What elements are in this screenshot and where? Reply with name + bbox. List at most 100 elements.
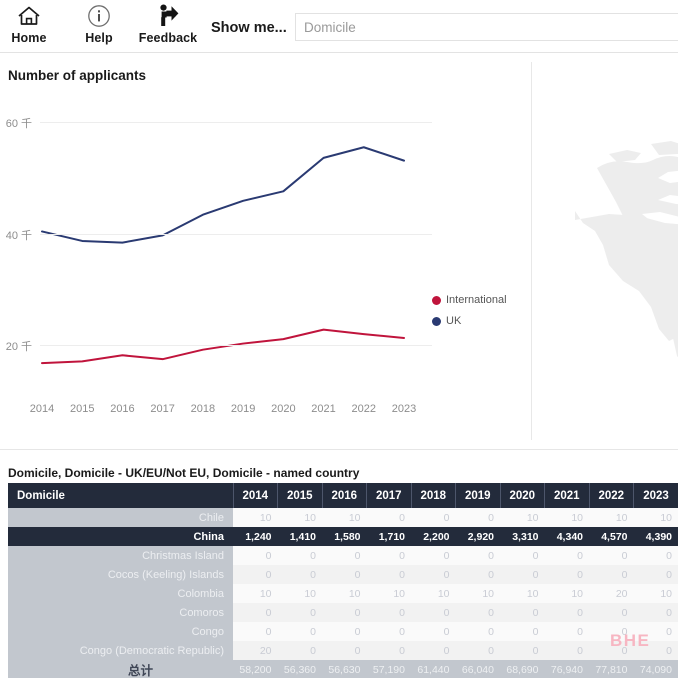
home-button[interactable]: Home — [0, 2, 58, 50]
x-axis-tick-label: 2023 — [392, 403, 416, 415]
applicants-line-chart: 20 千40 千60 千2014201520162017201820192020… — [40, 111, 432, 401]
legend-item-uk[interactable]: UK — [432, 315, 507, 327]
table-row[interactable]: Christmas Island0000000000 — [8, 546, 678, 565]
legend-item-international[interactable]: International — [432, 294, 507, 306]
total-cell: 76,940 — [545, 660, 590, 678]
table-cell: 0 — [233, 565, 278, 584]
table-cell: 0 — [411, 603, 456, 622]
table-cell: 10 — [545, 584, 590, 603]
table-cell: 10 — [367, 584, 412, 603]
info-circle-icon — [87, 2, 111, 30]
legend-dot-uk — [432, 317, 441, 326]
chart-gridline — [40, 234, 432, 235]
table-cell: 10 — [589, 508, 634, 527]
table-row[interactable]: Colombia10101010101010102010 — [8, 584, 678, 603]
table-total-row: 总计58,20056,36056,63057,19061,44066,04068… — [8, 660, 678, 678]
table-cell: 4,390 — [634, 527, 678, 546]
row-label[interactable]: Comoros — [8, 603, 233, 622]
total-cell: 56,630 — [322, 660, 367, 678]
table-cell: 0 — [456, 622, 501, 641]
table-cell: 0 — [634, 603, 678, 622]
x-axis-tick-label: 2021 — [311, 403, 335, 415]
table-cell: 0 — [500, 641, 545, 660]
chart-gridline — [40, 345, 432, 346]
chart-line-international[interactable] — [42, 330, 404, 363]
table-cell: 0 — [367, 622, 412, 641]
table-cell: 1,410 — [278, 527, 323, 546]
table-cell: 0 — [456, 603, 501, 622]
row-label[interactable]: Christmas Island — [8, 546, 233, 565]
table-cell: 0 — [278, 546, 323, 565]
table-cell: 0 — [634, 546, 678, 565]
table-cell: 0 — [456, 565, 501, 584]
column-header-2022[interactable]: 2022 — [589, 483, 634, 508]
table-cell: 10 — [411, 584, 456, 603]
row-label[interactable]: Chile — [8, 508, 233, 527]
table-cell: 0 — [278, 641, 323, 660]
table-row[interactable]: Chile10101000010101010 — [8, 508, 678, 527]
x-axis-tick-label: 2022 — [352, 403, 376, 415]
table-row[interactable]: Congo (Democratic Republic)20000000000 — [8, 641, 678, 660]
table-cell: 0 — [233, 603, 278, 622]
table-cell: 0 — [322, 565, 367, 584]
table-cell: 3,310 — [500, 527, 545, 546]
domicile-search-input[interactable] — [295, 13, 678, 41]
column-header-2017[interactable]: 2017 — [367, 483, 412, 508]
column-header-2020[interactable]: 2020 — [500, 483, 545, 508]
table-cell: 0 — [456, 508, 501, 527]
table-row[interactable]: Cocos (Keeling) Islands0000000000 — [8, 565, 678, 584]
chart-gridline — [40, 122, 432, 123]
table-cell: 0 — [500, 622, 545, 641]
total-cell: 74,090 — [634, 660, 678, 678]
table-cell: 0 — [367, 508, 412, 527]
table-cell: 0 — [411, 565, 456, 584]
table-cell: 1,580 — [322, 527, 367, 546]
row-label[interactable]: Congo (Democratic Republic) — [8, 641, 233, 660]
table-cell: 0 — [500, 603, 545, 622]
column-header-2021[interactable]: 2021 — [545, 483, 590, 508]
row-label[interactable]: Congo — [8, 622, 233, 641]
table-cell: 20 — [233, 641, 278, 660]
table-cell: 10 — [278, 508, 323, 527]
table-cell: 2,200 — [411, 527, 456, 546]
row-label[interactable]: China — [8, 527, 233, 546]
column-header-2023[interactable]: 2023 — [634, 483, 678, 508]
x-axis-tick-label: 2020 — [271, 403, 295, 415]
legend-dot-international — [432, 296, 441, 305]
help-button[interactable]: Help — [70, 2, 128, 50]
column-header-2015[interactable]: 2015 — [278, 483, 323, 508]
x-axis-tick-label: 2016 — [110, 403, 134, 415]
table-cell: 20 — [589, 584, 634, 603]
table-cell: 0 — [589, 546, 634, 565]
total-cell: 56,360 — [278, 660, 323, 678]
row-label[interactable]: Cocos (Keeling) Islands — [8, 565, 233, 584]
help-button-label: Help — [85, 31, 113, 45]
total-cell: 66,040 — [456, 660, 501, 678]
total-cell: 77,810 — [589, 660, 634, 678]
total-cell: 58,200 — [233, 660, 278, 678]
column-header-2019[interactable]: 2019 — [456, 483, 501, 508]
column-header-2016[interactable]: 2016 — [322, 483, 367, 508]
column-header-domicile[interactable]: Domicile — [8, 483, 233, 508]
y-axis-tick-label: 40 千 — [6, 227, 32, 243]
table-cell: 0 — [278, 622, 323, 641]
table-cell: 4,340 — [545, 527, 590, 546]
x-axis-tick-label: 2017 — [150, 403, 174, 415]
column-header-2018[interactable]: 2018 — [411, 483, 456, 508]
table-header: Domicile 2014201520162017201820192020202… — [8, 483, 678, 508]
row-label[interactable]: Colombia — [8, 584, 233, 603]
table-cell: 0 — [233, 546, 278, 565]
column-header-2014[interactable]: 2014 — [233, 483, 278, 508]
table-cell: 0 — [278, 565, 323, 584]
chart-line-uk[interactable] — [42, 147, 404, 242]
feedback-button[interactable]: Feedback — [132, 2, 204, 50]
table-row[interactable]: China1,2401,4101,5801,7102,2002,9203,310… — [8, 527, 678, 546]
table-row[interactable]: Comoros0000000000 — [8, 603, 678, 622]
table-cell: 10 — [545, 508, 590, 527]
chart-series-lines — [40, 111, 432, 401]
bhe-watermark: BHE — [610, 631, 650, 651]
table-row[interactable]: Congo0000000000 — [8, 622, 678, 641]
table-cell: 0 — [545, 641, 590, 660]
chart-panel: Number of applicants 20 — [0, 54, 678, 452]
chart-legend: International UK — [432, 294, 507, 336]
